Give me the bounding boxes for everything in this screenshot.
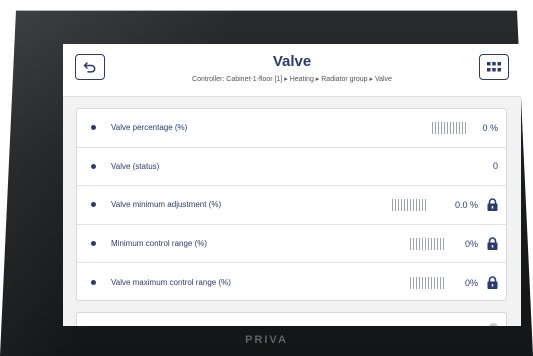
row-value: 0.0 % (454, 199, 478, 210)
row-label: Valve maximum control range (%) (111, 278, 231, 288)
menu-button[interactable] (479, 54, 509, 80)
bullet-icon (91, 163, 96, 169)
list-item[interactable]: Valve percentage (%) 0 % (77, 109, 506, 148)
list-item[interactable]: Valve (status) 0 (77, 148, 506, 187)
brand-logo: PRIVA (245, 334, 288, 346)
parameter-list: Valve percentage (%) 0 % Valve (status) … (76, 108, 507, 301)
list-item[interactable]: Valve minimum adjustment (%) 0.0 % (77, 186, 506, 225)
list-item[interactable]: Minimum control range (%) 0% (77, 225, 506, 264)
value-bar (432, 121, 466, 134)
row-label: Valve minimum adjustment (%) (111, 200, 222, 210)
grid-menu-icon (487, 62, 501, 72)
value-bar (410, 237, 444, 250)
touch-screen: Valve Controller: Cabinet-1-floor [1] ▸ … (63, 44, 521, 326)
page-header: Valve Controller: Cabinet-1-floor [1] ▸ … (63, 44, 521, 97)
value-bar (392, 198, 426, 211)
page-title: Valve (272, 53, 312, 70)
row-value: 0% (464, 238, 478, 249)
value-bar (410, 276, 444, 289)
lock-icon[interactable] (487, 198, 498, 212)
row-value: 0 (492, 161, 498, 172)
row-label: Valve (status) (111, 161, 160, 171)
row-label: Valve percentage (%) (111, 123, 188, 133)
row-label: Minimum control range (%) (111, 239, 208, 249)
bullet-icon (91, 202, 96, 208)
bullet-icon (91, 241, 96, 247)
breadcrumb: Controller: Cabinet-1-floor [1] ▸ Heatin… (192, 76, 392, 83)
bullet-icon (91, 280, 96, 286)
row-value: 0% (464, 277, 478, 288)
lock-icon[interactable] (487, 237, 498, 251)
next-section-card[interactable] (76, 312, 507, 326)
row-value: 0 % (482, 122, 498, 133)
lock-icon[interactable] (487, 276, 498, 290)
list-item[interactable]: Valve maximum control range (%) 0% (77, 263, 506, 302)
bullet-icon (91, 125, 96, 131)
status-indicator (489, 323, 498, 326)
